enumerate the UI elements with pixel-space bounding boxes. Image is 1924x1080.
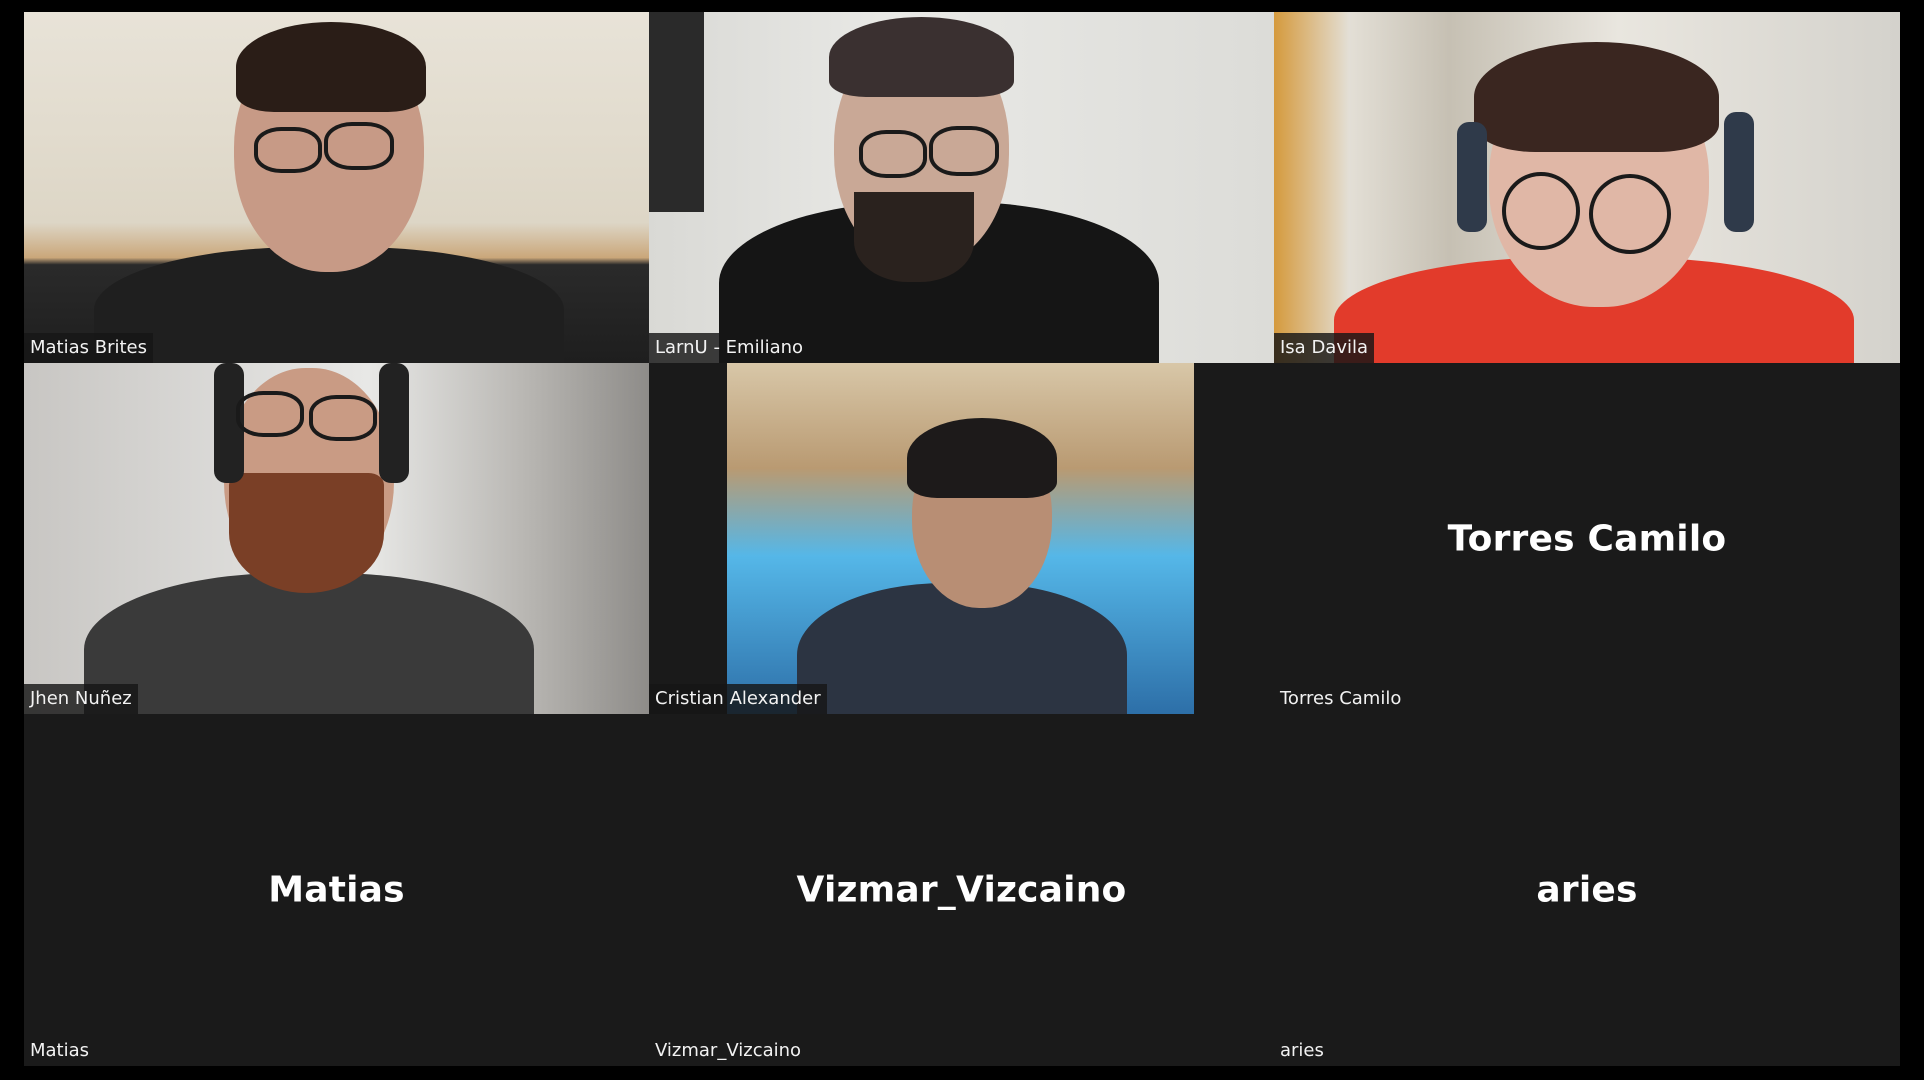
video-feed bbox=[649, 12, 1274, 363]
participant-display-name: aries bbox=[1536, 869, 1638, 911]
participant-tile-cristian-alexander[interactable]: Cristian Alexander bbox=[649, 363, 1274, 714]
participant-tile-isa-davila[interactable]: Isa Davila bbox=[1274, 12, 1900, 363]
participant-tile-jhen-nunez[interactable]: Jhen Nuñez bbox=[24, 363, 649, 714]
video-feed bbox=[727, 363, 1194, 714]
participant-name-label: Jhen Nuñez bbox=[24, 684, 138, 714]
participant-name-label: Cristian Alexander bbox=[649, 684, 827, 714]
participant-tile-vizmar-vizcaino[interactable]: Vizmar_Vizcaino Vizmar_Vizcaino bbox=[649, 714, 1274, 1066]
participant-name-label: Matias Brites bbox=[24, 333, 154, 363]
participant-name-label: Isa Davila bbox=[1274, 333, 1375, 363]
participant-tile-torres-camilo[interactable]: Torres Camilo Torres Camilo bbox=[1274, 363, 1900, 714]
video-feed bbox=[24, 12, 649, 363]
video-feed bbox=[24, 363, 649, 714]
participant-display-name: Torres Camilo bbox=[1447, 518, 1727, 559]
participant-tile-matias[interactable]: Matias Matias bbox=[24, 714, 649, 1066]
participant-tile-larnu-emiliano[interactable]: LarnU - Emiliano bbox=[649, 12, 1274, 363]
participant-tile-aries[interactable]: aries aries bbox=[1274, 714, 1900, 1066]
video-feed bbox=[1274, 12, 1900, 363]
participant-name-label: aries bbox=[1280, 1040, 1324, 1061]
participant-name-label: LarnU - Emiliano bbox=[649, 333, 810, 363]
participant-name-label: Vizmar_Vizcaino bbox=[655, 1040, 802, 1061]
participant-display-name: Vizmar_Vizcaino bbox=[796, 869, 1127, 911]
participant-name-label: Matias bbox=[30, 1040, 90, 1061]
gallery-grid: Matias Brites LarnU - Emiliano Isa Davil… bbox=[24, 12, 1900, 1066]
participant-display-name: Matias bbox=[268, 869, 405, 911]
participant-tile-matias-brites[interactable]: Matias Brites bbox=[24, 12, 649, 363]
participant-name-label: Torres Camilo bbox=[1280, 688, 1402, 709]
